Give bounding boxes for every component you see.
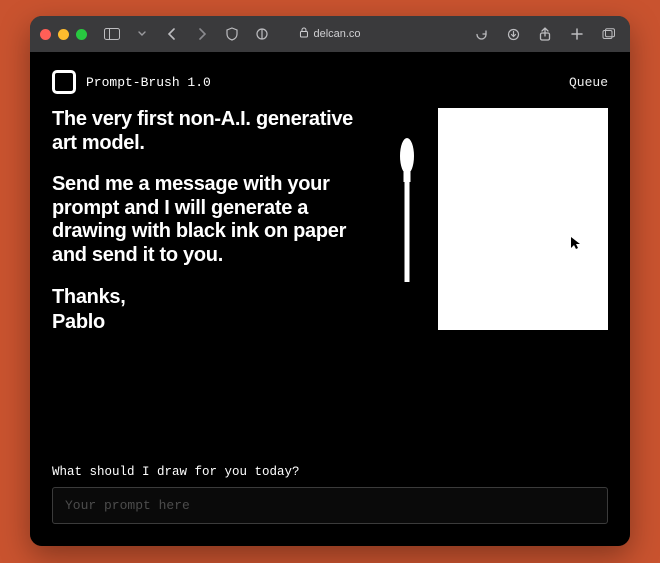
nav-queue-link[interactable]: Queue [569, 75, 608, 90]
back-button[interactable] [161, 23, 183, 45]
address-host: delcan.co [313, 28, 360, 40]
close-window-button[interactable] [40, 29, 51, 40]
minimize-window-button[interactable] [58, 29, 69, 40]
sidebar-toggle-button[interactable] [101, 23, 123, 45]
tabs-overview-button[interactable] [598, 23, 620, 45]
downloads-button[interactable] [502, 23, 524, 45]
intro-text: The very first non-A.I. generative art m… [52, 108, 376, 353]
browser-window: delcan.co Prompt-Brush 1.0 [30, 16, 630, 546]
prompt-section: What should I draw for you today? [52, 465, 608, 524]
new-tab-button[interactable] [566, 23, 588, 45]
app-brand[interactable]: Prompt-Brush 1.0 [52, 70, 211, 94]
intro-signoff-1: Thanks, [52, 286, 376, 310]
reader-icon[interactable] [251, 23, 273, 45]
paintbrush-icon [394, 108, 420, 288]
prompt-label: What should I draw for you today? [52, 465, 608, 479]
intro-paragraph-2: Send me a message with your prompt and I… [52, 173, 376, 267]
app-title: Prompt-Brush 1.0 [86, 75, 211, 90]
app-logo-icon [52, 70, 76, 94]
shield-icon[interactable] [221, 23, 243, 45]
prompt-input[interactable] [52, 487, 608, 524]
cursor-icon [570, 236, 580, 254]
drawing-canvas[interactable] [438, 108, 608, 330]
forward-button[interactable] [191, 23, 213, 45]
share-button[interactable] [534, 23, 556, 45]
intro-paragraph-1: The very first non-A.I. generative art m… [52, 108, 376, 155]
toolbar-dropdown-button[interactable] [131, 23, 153, 45]
lock-icon [299, 27, 308, 41]
app-header: Prompt-Brush 1.0 Queue [52, 70, 608, 94]
browser-toolbar: delcan.co [30, 16, 630, 52]
page-content: Prompt-Brush 1.0 Queue The very first no… [30, 52, 630, 546]
fullscreen-window-button[interactable] [76, 29, 87, 40]
intro-signoff-2: Pablo [52, 311, 376, 335]
window-controls [40, 29, 87, 40]
hero-section: The very first non-A.I. generative art m… [52, 108, 608, 353]
address-bar[interactable]: delcan.co [299, 27, 360, 41]
reload-button[interactable] [470, 23, 492, 45]
